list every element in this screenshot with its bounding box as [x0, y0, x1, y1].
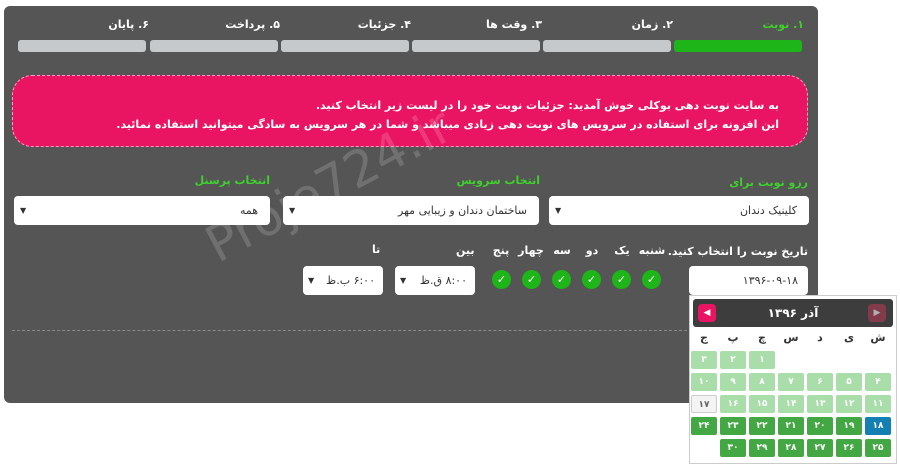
calendar-day[interactable]: ۲۰	[807, 417, 833, 435]
calendar-day: ۱۶	[720, 395, 746, 413]
welcome-line-1: به سایت نوبت دهی بوکلی خوش آمدید: جزئیات…	[315, 99, 779, 112]
calendar-weekday: د	[817, 331, 823, 344]
calendar-day: ۱۱	[865, 395, 891, 413]
calendar-day[interactable]: ۱۹	[836, 417, 862, 435]
calendar-day[interactable]: ۲۸	[778, 439, 804, 457]
calendar-day[interactable]: ۲۴	[691, 417, 717, 435]
progress-step-4	[281, 40, 409, 52]
calendar-day: ۴	[865, 373, 891, 391]
calendar-day: ۱۳	[807, 395, 833, 413]
calendar-weekday: چ	[758, 331, 766, 344]
prev-month-icon[interactable]: ▶	[868, 304, 886, 322]
progress-step-2	[543, 40, 671, 52]
check-icon-sunday[interactable]: ✓	[612, 270, 631, 289]
step-1: ۱. نوبت	[762, 18, 804, 31]
calendar-day: ۱۲	[836, 395, 862, 413]
progress-step-5	[150, 40, 278, 52]
calendar-day: ۹	[720, 373, 746, 391]
chevron-down-icon: ▼	[400, 276, 407, 285]
calendar-day: ۲	[720, 351, 746, 369]
calendar-day: ۱۰	[691, 373, 717, 391]
calendar-day: ۶	[807, 373, 833, 391]
chevron-down-icon: ▼	[289, 206, 296, 215]
day-label-thursday: پنج	[492, 244, 510, 257]
step-6: ۶. پایان	[108, 18, 149, 31]
staff-select-value: همه	[239, 204, 258, 217]
calendar-weekday: ی	[843, 331, 855, 344]
category-select[interactable]: کلینیک دندان ▼	[549, 196, 809, 225]
calendar-day: ۸	[749, 373, 775, 391]
chevron-down-icon: ▼	[555, 206, 562, 215]
day-label-monday: دو	[585, 244, 599, 257]
date-input[interactable]: ۱۳۹۶-۰۹-۱۸	[689, 266, 808, 295]
next-month-icon[interactable]: ◀	[698, 304, 716, 322]
calendar-weekday: پ	[727, 331, 739, 344]
day-label-sunday: یک	[614, 244, 630, 257]
check-icon-saturday[interactable]: ✓	[642, 270, 661, 289]
time-from-select[interactable]: ۸:۰۰ ق.ظ ▼	[395, 266, 475, 295]
check-icon-tuesday[interactable]: ✓	[552, 270, 571, 289]
calendar-day: ۱۴	[778, 395, 804, 413]
day-label-saturday: شنبه	[638, 244, 666, 257]
service-select[interactable]: ساختمان دندان و زیبایی مهر ▼	[283, 196, 539, 225]
check-icon-wednesday[interactable]: ✓	[522, 270, 541, 289]
day-label-wednesday: چهار	[518, 244, 544, 257]
calendar-day[interactable]: ۲۵	[865, 439, 891, 457]
calendar-day: ۷	[778, 373, 804, 391]
time-to-select[interactable]: ۶:۰۰ ب.ظ ▼	[303, 266, 383, 295]
calendar-day: ۱	[749, 351, 775, 369]
service-select-value: ساختمان دندان و زیبایی مهر	[398, 204, 527, 217]
calendar-day[interactable]: ۲۲	[749, 417, 775, 435]
check-icon-monday[interactable]: ✓	[582, 270, 601, 289]
calendar-day[interactable]: ۳۰	[720, 439, 746, 457]
chevron-down-icon: ▼	[308, 276, 315, 285]
time-from-value: ۸:۰۰ ق.ظ	[419, 274, 467, 287]
step-3: ۳. وقت ها	[486, 18, 542, 31]
step-4: ۴. جزئیات	[357, 18, 411, 31]
step-5: ۵. پرداخت	[225, 18, 280, 31]
calendar-popup: آذر ۱۳۹۶ ▶ ◀ ش ی د س چ پ ج ۱ ۲ ۳ ۴ ۵ ۶ ۷ ۸ ۹ ۱۰ ۱۱ ۱۲ ۱۳ ۱۴ ۱…	[689, 295, 897, 464]
between-label: بین	[456, 244, 475, 257]
category-label: رزو نوبت برای	[729, 176, 808, 189]
service-label: انتخاب سرویس	[456, 174, 540, 187]
staff-label: انتخاب پرسنل	[194, 174, 270, 187]
calendar-day[interactable]: ۱۷	[691, 395, 717, 413]
check-icon-thursday[interactable]: ✓	[492, 270, 511, 289]
progress-step-3	[412, 40, 540, 52]
calendar-day: ۵	[836, 373, 862, 391]
staff-select[interactable]: همه ▼	[14, 196, 270, 225]
calendar-day: ۱۵	[749, 395, 775, 413]
calendar-day[interactable]: ۱۸	[865, 417, 891, 435]
calendar-day: ۳	[691, 351, 717, 369]
time-to-value: ۶:۰۰ ب.ظ	[326, 274, 375, 287]
category-select-value: کلینیک دندان	[739, 204, 797, 217]
to-label: تا	[372, 243, 381, 256]
date-label: تاریخ نوبت را انتخاب کنید.	[667, 245, 808, 258]
day-label-tuesday: سه	[553, 244, 571, 257]
calendar-day[interactable]: ۲۶	[836, 439, 862, 457]
calendar-month-title: آذر ۱۳۹۶	[767, 306, 819, 320]
divider	[12, 330, 692, 331]
progress-step-1	[674, 40, 802, 52]
calendar-weekday: س	[783, 331, 799, 344]
calendar-weekday: ج	[700, 331, 708, 344]
calendar-day[interactable]: ۲۱	[778, 417, 804, 435]
chevron-down-icon: ▼	[20, 206, 27, 215]
calendar-day[interactable]: ۲۳	[720, 417, 746, 435]
step-2: ۲. زمان	[631, 18, 673, 31]
calendar-day[interactable]: ۲۷	[807, 439, 833, 457]
calendar-weekday: ش	[870, 331, 886, 344]
calendar-day[interactable]: ۲۹	[749, 439, 775, 457]
progress-step-6	[18, 40, 146, 52]
calendar-header: آذر ۱۳۹۶	[693, 299, 893, 327]
